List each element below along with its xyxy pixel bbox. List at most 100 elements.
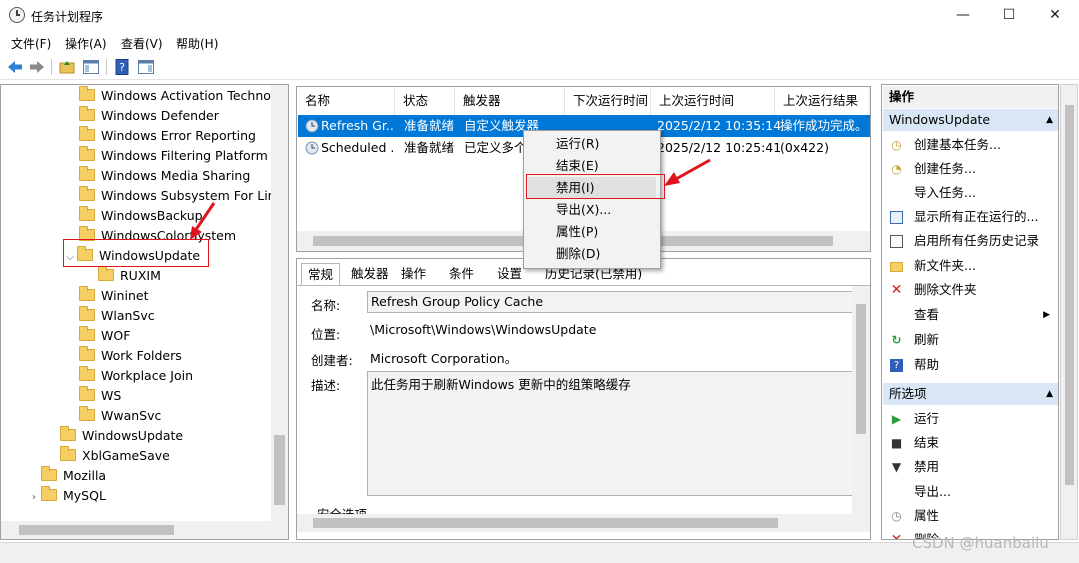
maximize-button[interactable]: ☐ [986, 0, 1032, 30]
action-label: 禁用 [914, 459, 940, 474]
action-refresh[interactable]: ↻ 刷新 [882, 328, 1058, 352]
show-hide-action-pane-icon[interactable] [137, 58, 155, 76]
tree-item[interactable]: WOF [79, 326, 130, 346]
task-name: Refresh Gr... [321, 118, 395, 133]
section-title: 所选项 [889, 386, 927, 401]
tree-item-label: WlanSvc [101, 308, 155, 323]
column-header-last-run[interactable]: 上次运行时间 [651, 87, 775, 115]
chevron-up-icon[interactable]: ▲ [1046, 383, 1053, 405]
column-header-next-run[interactable]: 下次运行时间 [565, 87, 651, 115]
scroll-thumb[interactable] [856, 304, 866, 434]
tree-vertical-scrollbar[interactable] [271, 85, 288, 521]
tree-item[interactable]: WindowsUpdate [60, 426, 183, 446]
task-result: (0x422) [780, 140, 829, 155]
column-header-last-result[interactable]: 上次运行结果 [775, 87, 870, 115]
action-create-task[interactable]: ◔ 创建任务... [882, 157, 1058, 181]
menu-help[interactable]: 帮助(H) [176, 35, 218, 52]
details-horizontal-scrollbar[interactable] [297, 514, 870, 532]
tree-item[interactable]: WS [79, 386, 121, 406]
tab-general[interactable]: 常规 [301, 263, 341, 285]
details-vertical-scrollbar[interactable] [852, 286, 870, 514]
chevron-right-icon: ▶ [1043, 310, 1050, 320]
action-end[interactable]: ■ 结束 [882, 431, 1058, 455]
delete-folder-icon: ✕ [890, 282, 903, 298]
context-menu-delete[interactable]: 删除(D) [528, 243, 656, 265]
back-arrow-icon[interactable] [6, 58, 24, 76]
scroll-thumb[interactable] [313, 518, 778, 528]
action-show-running[interactable]: 显示所有正在运行的... [882, 205, 1058, 229]
context-menu-run[interactable]: 运行(R) [528, 133, 656, 155]
menu-action[interactable]: 操作(A) [65, 35, 107, 52]
action-enable-history[interactable]: 启用所有任务历史记录 [882, 229, 1058, 253]
show-hide-tree-icon[interactable] [82, 58, 100, 76]
tree-item[interactable]: Windows Media Sharing [79, 166, 250, 186]
action-export[interactable]: 导出... [882, 480, 1058, 504]
tree-item-label: WOF [101, 328, 131, 343]
menu-file[interactable]: 文件(F) [11, 35, 51, 52]
help-book-icon[interactable]: ? [113, 58, 131, 76]
task-status: 准备就绪 [404, 140, 455, 155]
context-menu-properties[interactable]: 属性(P) [528, 221, 656, 243]
tree-item[interactable]: WwanSvc [79, 406, 161, 426]
action-create-basic-task[interactable]: ◷ 创建基本任务... [882, 133, 1058, 157]
tree-item[interactable]: Workplace Join [79, 366, 193, 386]
column-header-status[interactable]: 状态 [395, 87, 455, 115]
action-properties[interactable]: ◷ 属性 [882, 504, 1058, 528]
action-disable[interactable]: ▼ 禁用 [882, 455, 1058, 479]
tab-conditions[interactable]: 条件 [443, 263, 480, 285]
up-folder-icon[interactable] [58, 58, 76, 76]
column-header-name[interactable]: 名称 [297, 87, 395, 115]
tree-item[interactable]: WindowsBackup [79, 206, 203, 226]
close-button[interactable]: ✕ [1032, 0, 1078, 30]
tree-item[interactable]: Windows Activation Technolc [79, 86, 281, 106]
tree-item-label: WindowsUpdate [82, 428, 184, 443]
folder-icon [60, 426, 76, 441]
section-selected-item[interactable]: 所选项 ▲ [883, 383, 1058, 405]
column-header-trigger[interactable]: 触发器 [455, 87, 565, 115]
tree-item[interactable]: Mozilla [41, 466, 106, 486]
tree-item[interactable]: RUXIM [98, 266, 161, 286]
action-view[interactable]: 查看 ▶ [882, 303, 1058, 327]
tree-item[interactable]: XblGameSave [60, 446, 170, 466]
action-run[interactable]: ▶ 运行 [882, 407, 1058, 431]
forward-arrow-icon[interactable] [28, 58, 46, 76]
tree-item-label: Windows Activation Technolc [101, 88, 282, 103]
action-import-task[interactable]: 导入任务... [882, 181, 1058, 205]
scroll-thumb[interactable] [19, 525, 174, 535]
action-new-folder[interactable]: 新文件夹... [882, 254, 1058, 278]
description-field[interactable]: 此任务用于刷新Windows 更新中的组策略缓存 [367, 371, 853, 496]
task-name: Scheduled ... [321, 140, 395, 155]
tab-triggers[interactable]: 触发器 [345, 263, 395, 285]
action-label: 刷新 [914, 332, 940, 347]
actions-pane: 操作 WindowsUpdate ▲ ◷ 创建基本任务... ◔ 创建任务... 导入… [881, 84, 1059, 540]
tree-item[interactable]: Wininet [79, 286, 148, 306]
scroll-thumb[interactable] [274, 435, 285, 505]
tree-item[interactable]: › MySQL [27, 486, 106, 506]
folder-icon [79, 146, 95, 161]
tree-item[interactable]: Windows Subsystem For Linu [79, 186, 284, 206]
tab-actions[interactable]: 操作 [395, 263, 432, 285]
actions-vertical-scrollbar[interactable] [1060, 84, 1078, 540]
tree-item-label: WS [101, 388, 122, 403]
chevron-up-icon[interactable]: ▲ [1046, 109, 1053, 131]
tree-item[interactable]: Windows Filtering Platform [79, 146, 268, 166]
tree-item[interactable]: Windows Defender [79, 106, 219, 126]
folder-tree: Windows Activation Technolc Windows Defe… [0, 84, 289, 540]
minimize-button[interactable]: — [940, 0, 986, 30]
task-details: 常规 触发器 操作 条件 设置 历史记录(已禁用) 名称: Refresh Gr… [296, 258, 871, 540]
running-tasks-icon [890, 211, 903, 224]
tree-item[interactable]: Windows Error Reporting [79, 126, 256, 146]
scroll-thumb[interactable] [1065, 105, 1074, 485]
action-help[interactable]: ? 帮助 [882, 353, 1058, 377]
tree-item[interactable]: Work Folders [79, 346, 182, 366]
tree-horizontal-scrollbar[interactable] [1, 521, 288, 539]
section-windowsupdate[interactable]: WindowsUpdate ▲ [883, 109, 1058, 131]
context-menu-export[interactable]: 导出(X)... [528, 199, 656, 221]
tree-item[interactable]: WlanSvc [79, 306, 155, 326]
location-value: \Microsoft\Windows\WindowsUpdate [370, 322, 597, 337]
chevron-right-icon[interactable]: › [27, 488, 41, 508]
menu-view[interactable]: 查看(V) [121, 35, 163, 52]
name-field[interactable]: Refresh Group Policy Cache [367, 291, 853, 313]
tree-item-label: Wininet [101, 288, 149, 303]
action-delete-folder[interactable]: ✕ 删除文件夹 [882, 278, 1058, 302]
